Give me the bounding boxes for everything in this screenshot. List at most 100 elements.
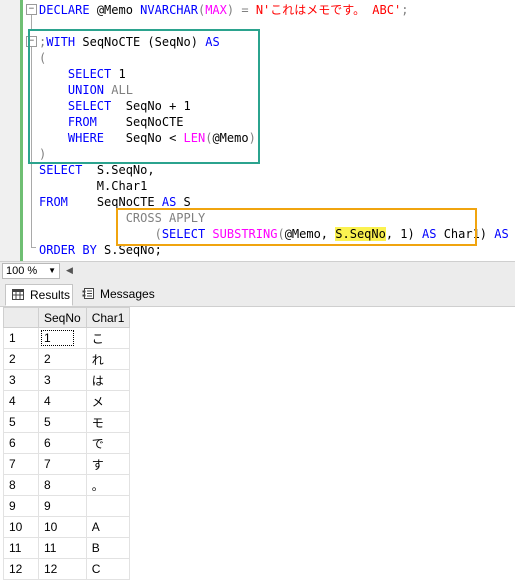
- row-number[interactable]: 3: [3, 369, 39, 391]
- table-row[interactable]: 3 3 は: [3, 369, 131, 391]
- row-number[interactable]: 8: [3, 474, 39, 496]
- table-row[interactable]: 1 1 こ: [3, 327, 131, 349]
- cte-highlight-box: [28, 29, 260, 164]
- cell-char1[interactable]: [85, 495, 131, 517]
- table-row[interactable]: 12 12 C: [3, 558, 131, 580]
- cell-seqno[interactable]: 10: [38, 516, 87, 538]
- cell-seqno-value: 1: [41, 330, 74, 346]
- table-row[interactable]: 99: [3, 495, 131, 517]
- kw-from: FROM: [39, 195, 68, 209]
- table-row[interactable]: 11 11 B: [3, 537, 131, 559]
- cell-seqno[interactable]: 11: [38, 537, 87, 559]
- change-tracking-bar: [20, 0, 23, 261]
- table-row[interactable]: 2 2 れ: [3, 348, 131, 370]
- cell-seqno[interactable]: 1: [38, 327, 87, 349]
- table-row[interactable]: 4 4 メ: [3, 390, 131, 412]
- row-number-value: 8: [9, 478, 16, 492]
- kw-declare: DECLARE: [39, 3, 90, 17]
- row-number-value: 3: [9, 373, 16, 387]
- row-number[interactable]: 2: [3, 348, 39, 370]
- cell-char1-value: メ: [91, 394, 104, 409]
- string-literal: N'これはメモです。 ABC': [255, 3, 402, 17]
- tab-messages-label: Messages: [100, 287, 155, 301]
- chevron-down-icon: ▼: [48, 266, 56, 275]
- row-number-value: 9: [9, 499, 16, 513]
- collapse-toggle-icon[interactable]: −: [26, 4, 37, 15]
- tab-results-label: Results: [30, 288, 71, 302]
- cell-char1-value: B: [91, 541, 100, 555]
- row-number-value: 4: [9, 394, 16, 408]
- row-number[interactable]: 10: [3, 516, 39, 538]
- cell-seqno[interactable]: 7: [38, 453, 87, 475]
- row-number-value: 7: [9, 457, 16, 471]
- row-number[interactable]: 7: [3, 453, 39, 475]
- var-memo: @Memo: [96, 3, 133, 17]
- kw-order-by: ORDER BY: [39, 243, 97, 257]
- table-row[interactable]: 7 7 す: [3, 453, 131, 475]
- cell-seqno[interactable]: 12: [38, 558, 87, 580]
- tab-messages[interactable]: Messages: [76, 284, 156, 304]
- cell-seqno[interactable]: 4: [38, 390, 87, 412]
- cell-seqno-value: 7: [44, 457, 51, 471]
- select-col-2: M.Char1: [96, 179, 148, 193]
- kw-as: AS: [161, 195, 177, 209]
- editor-margin: [0, 0, 21, 261]
- results-grid[interactable]: SeqNo Char1 1 1 こ 2 2 れ 3 3 は 4 4 メ 5 5 モ 6 6 で 7 7 す 8 8。 9 9 10…: [3, 307, 131, 580]
- row-number[interactable]: 4: [3, 390, 39, 412]
- row-number[interactable]: 12: [3, 558, 39, 580]
- cell-char1-value: は: [91, 373, 104, 388]
- zoom-value: 100 %: [6, 265, 38, 277]
- cell-char1-value: で: [91, 436, 104, 451]
- outline-line: [31, 15, 32, 29]
- row-number-header[interactable]: [3, 307, 39, 328]
- kw-as: AS: [494, 227, 509, 241]
- cell-char1[interactable]: れ: [85, 348, 131, 370]
- query-editor[interactable]: − − DECLARE @Memo NVARCHAR(MAX) = N'これはメ…: [0, 0, 515, 261]
- cell-char1[interactable]: C: [85, 558, 131, 580]
- cell-char1-value: A: [91, 520, 100, 534]
- cell-char1-value: れ: [91, 352, 104, 367]
- cell-char1[interactable]: す: [85, 453, 131, 475]
- row-number[interactable]: 11: [3, 537, 39, 559]
- cell-char1[interactable]: こ: [85, 327, 131, 349]
- row-number[interactable]: 1: [3, 327, 39, 349]
- cell-seqno[interactable]: 3: [38, 369, 87, 391]
- table-alias: S: [183, 195, 191, 209]
- cell-seqno[interactable]: 9: [38, 495, 87, 517]
- column-header-seqno[interactable]: SeqNo: [38, 307, 87, 328]
- cell-char1[interactable]: は: [85, 369, 131, 391]
- cell-char1[interactable]: で: [85, 432, 131, 454]
- cell-char1[interactable]: A: [85, 516, 131, 538]
- table-row[interactable]: 10 10 A: [3, 516, 131, 538]
- cell-seqno[interactable]: 5: [38, 411, 87, 433]
- zoom-dropdown[interactable]: 100 % ▼: [2, 263, 60, 279]
- row-number[interactable]: 9: [3, 495, 39, 517]
- editor-statusbar: 100 % ▼ ◀: [0, 261, 515, 281]
- kw-select: SELECT: [39, 163, 83, 177]
- cell-char1-value: モ: [91, 415, 104, 430]
- cell-char1-value: す: [91, 457, 104, 472]
- cell-seqno-value: 3: [44, 373, 51, 387]
- tab-results[interactable]: Results: [5, 284, 73, 306]
- table-row[interactable]: 8 8 。: [3, 474, 131, 496]
- cell-char1[interactable]: モ: [85, 411, 131, 433]
- scroll-left-icon[interactable]: ◀: [66, 265, 73, 276]
- cell-seqno[interactable]: 2: [38, 348, 87, 370]
- table-row[interactable]: 6 6 で: [3, 432, 131, 454]
- code-line-main-select: SELECT S.SeqNo,: [39, 162, 155, 178]
- cell-char1[interactable]: 。: [85, 474, 131, 496]
- cell-seqno[interactable]: 6: [38, 432, 87, 454]
- cell-seqno-value: 8: [44, 478, 51, 492]
- cell-seqno[interactable]: 8: [38, 474, 87, 496]
- row-number-value: 2: [9, 352, 16, 366]
- row-number-value: 6: [9, 436, 16, 450]
- row-number[interactable]: 6: [3, 432, 39, 454]
- cell-char1[interactable]: メ: [85, 390, 131, 412]
- cell-seqno-value: 6: [44, 436, 51, 450]
- column-header-char1[interactable]: Char1: [85, 307, 131, 328]
- cell-char1[interactable]: B: [85, 537, 131, 559]
- cell-seqno-value: 12: [44, 562, 58, 576]
- row-number[interactable]: 5: [3, 411, 39, 433]
- op-equals: =: [241, 3, 249, 17]
- table-row[interactable]: 5 5 モ: [3, 411, 131, 433]
